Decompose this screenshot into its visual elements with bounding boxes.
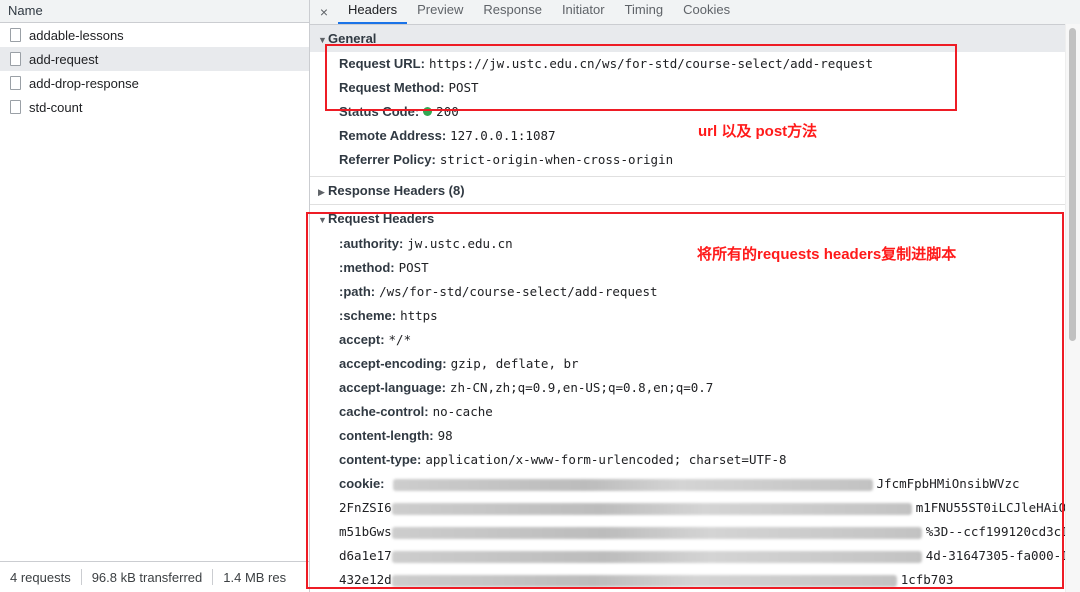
request-item-addable-lessons[interactable]: addable-lessons (0, 23, 309, 47)
request-name: addable-lessons (29, 27, 124, 43)
document-icon (10, 28, 21, 42)
resources-size: 1.4 MB res (223, 569, 287, 585)
tab-cookies[interactable]: Cookies (673, 0, 740, 24)
details-tabbar: × Headers Preview Response Initiator Tim… (310, 0, 1080, 25)
request-name: add-drop-response (29, 75, 139, 91)
document-icon (10, 100, 21, 114)
document-icon (10, 52, 21, 66)
header-value: 127.0.0.1:1087 (450, 128, 556, 143)
remote-address-row: Remote Address: 127.0.0.1:1087 (310, 124, 1080, 148)
header-key: Remote Address: (339, 128, 447, 143)
scrollbar-thumb[interactable] (1069, 28, 1076, 341)
request-headers-highlight-box (306, 212, 1064, 589)
name-column-header[interactable]: Name (0, 0, 309, 23)
request-name: add-request (29, 51, 99, 67)
details-scrollbar[interactable] (1065, 24, 1080, 592)
request-count: 4 requests (10, 569, 71, 585)
url-method-highlight-box (325, 44, 957, 111)
close-icon[interactable]: × (310, 0, 338, 24)
referrer-policy-row: Referrer Policy: strict-origin-when-cross… (310, 148, 1080, 172)
header-value: strict-origin-when-cross-origin (439, 152, 674, 167)
request-list-pane: Name addable-lessons add-request add-dro… (0, 0, 310, 592)
request-item-std-count[interactable]: std-count (0, 95, 309, 119)
tab-timing[interactable]: Timing (615, 0, 674, 24)
request-list: addable-lessons add-request add-drop-res… (0, 23, 309, 119)
request-item-add-request[interactable]: add-request (0, 47, 309, 71)
transferred-size: 96.8 kB transferred (91, 569, 203, 585)
request-name: std-count (29, 99, 83, 115)
tab-preview[interactable]: Preview (407, 0, 473, 24)
request-headers-annotation: 将所有的requests headers复制进脚本 (697, 246, 957, 263)
section-title: Response Headers (8) (328, 183, 465, 198)
header-key: Referrer Policy: (339, 152, 436, 167)
tab-initiator[interactable]: Initiator (552, 0, 615, 24)
triangle-right-icon: ▶ (318, 187, 325, 197)
url-method-annotation: url 以及 post方法 (698, 123, 818, 140)
request-item-add-drop-response[interactable]: add-drop-response (0, 71, 309, 95)
tab-response[interactable]: Response (473, 0, 552, 24)
network-status-bar: 4 requests 96.8 kB transferred 1.4 MB re… (0, 561, 309, 592)
document-icon (10, 76, 21, 90)
response-headers-section-header[interactable]: ▶ Response Headers (8) (310, 177, 1080, 204)
tab-headers[interactable]: Headers (338, 0, 408, 24)
